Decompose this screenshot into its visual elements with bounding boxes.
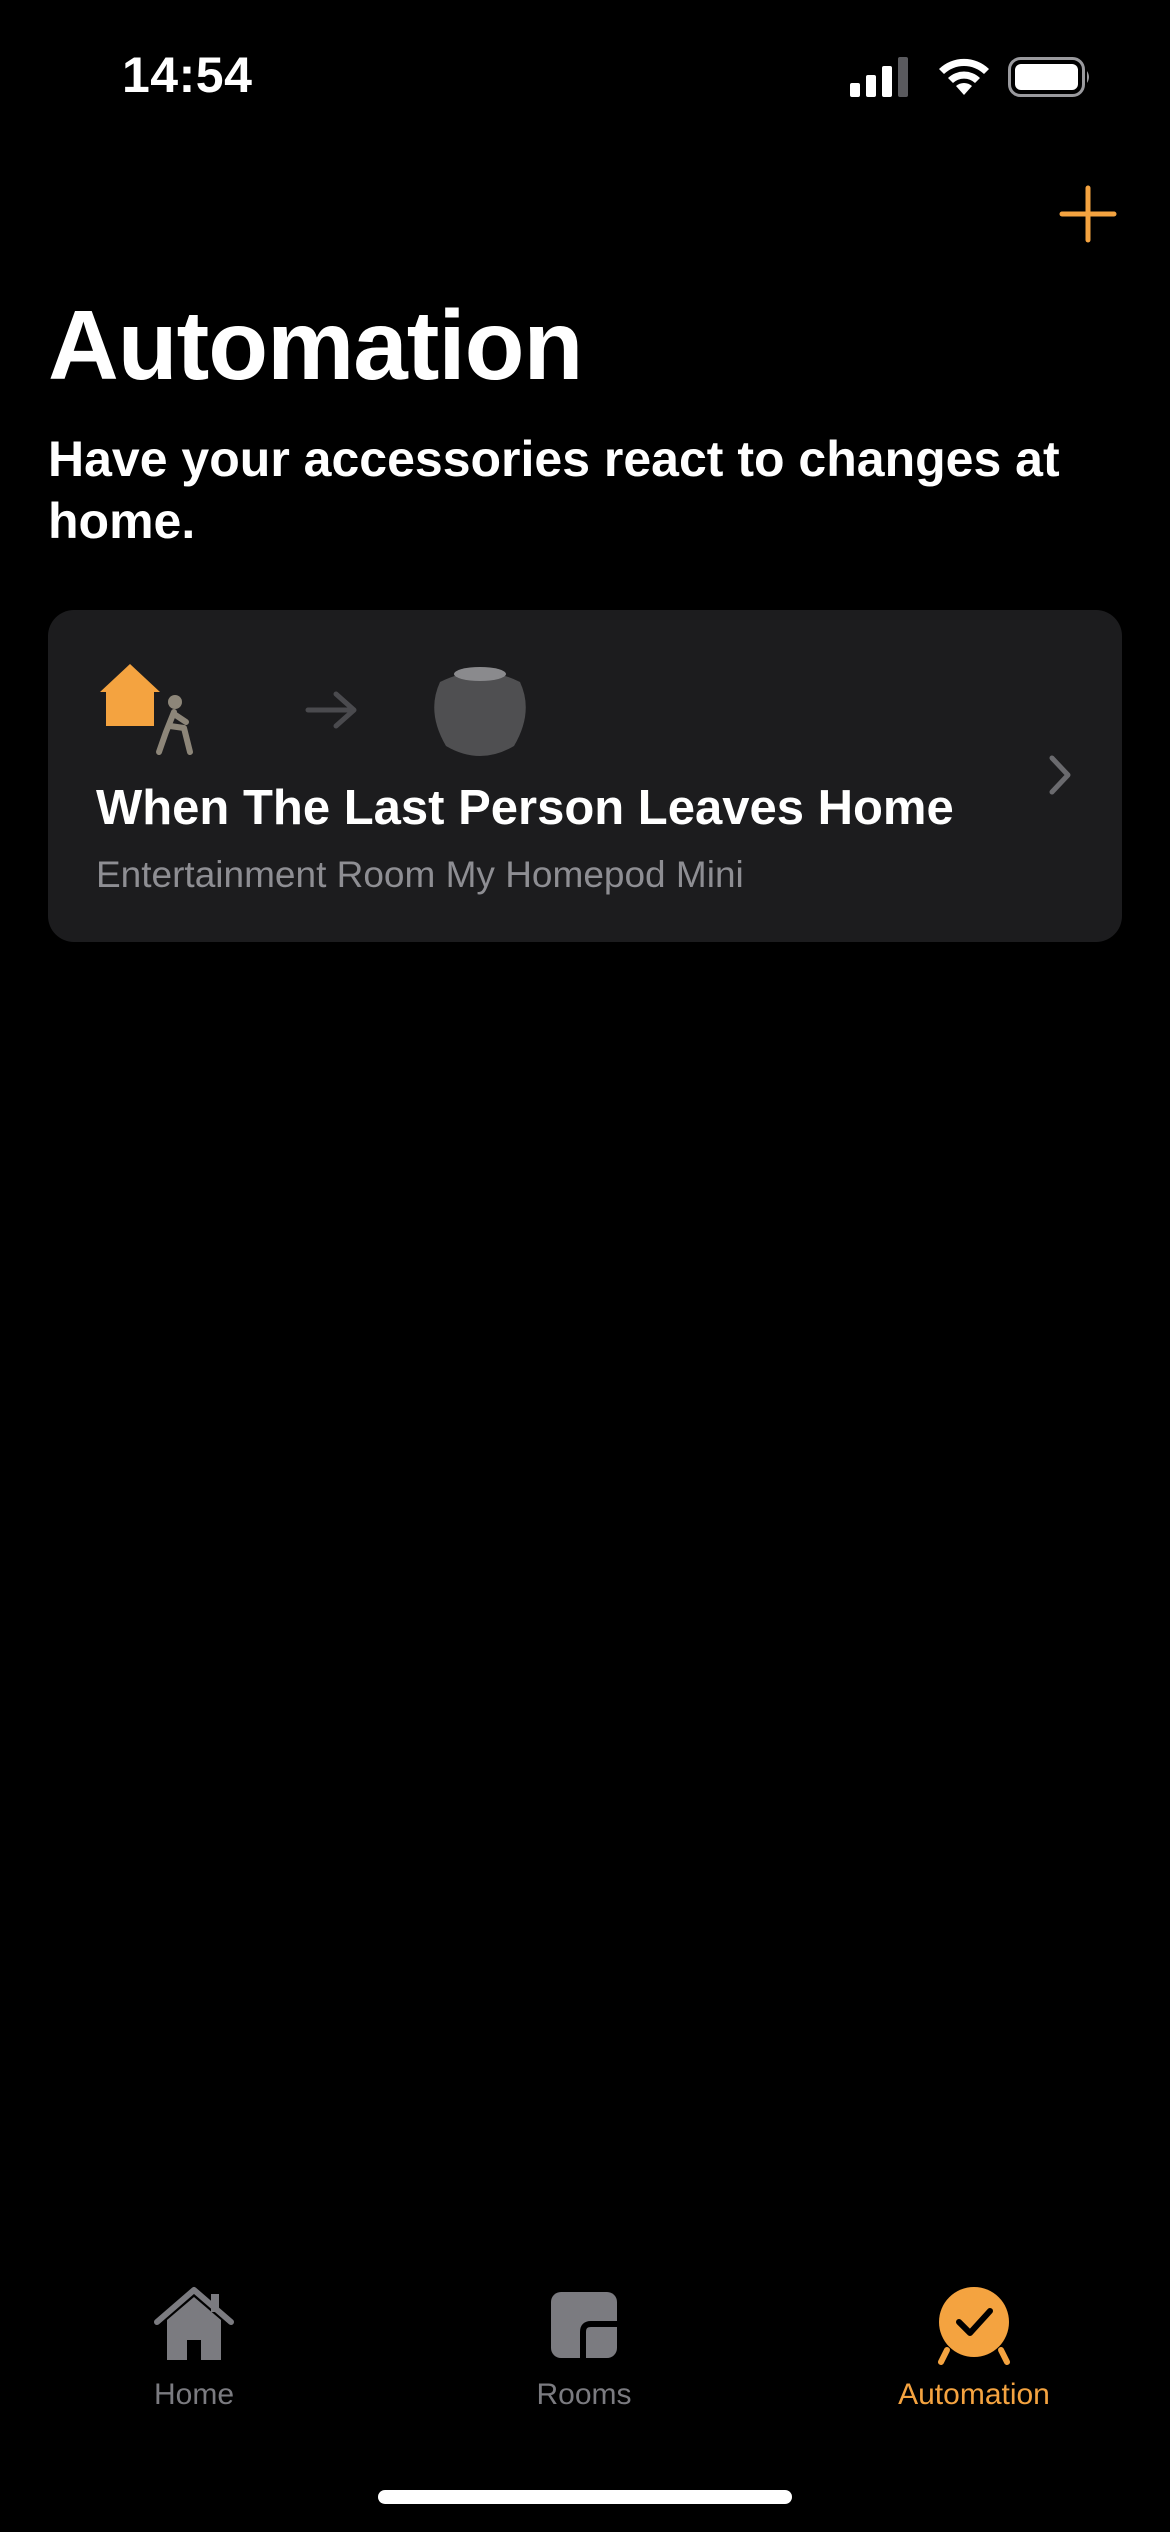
house-person-leaving-icon — [100, 664, 193, 755]
automation-card[interactable]: When The Last Person Leaves Home Enterta… — [48, 610, 1122, 942]
clock-check-icon — [938, 2287, 1010, 2365]
status-icons — [850, 55, 1090, 99]
add-automation-button[interactable] — [1050, 176, 1126, 252]
tab-automation[interactable]: Automation — [824, 2280, 1124, 2440]
arrow-right-icon — [305, 691, 357, 729]
tab-rooms[interactable]: Rooms — [434, 2280, 734, 2440]
tab-home-label: Home — [153, 2378, 235, 2411]
battery-icon — [1008, 57, 1089, 97]
page-title: Automation — [48, 290, 583, 400]
automation-subtitle: Entertainment Room My Homepod Mini — [96, 854, 744, 895]
home-indicator[interactable] — [378, 2490, 792, 2504]
homepod-mini-icon — [434, 667, 526, 756]
wifi-icon — [939, 58, 989, 95]
rooms-icon — [551, 2292, 617, 2358]
tab-automation-label: Automation — [898, 2378, 1050, 2411]
status-bar: 14:54 — [0, 0, 1170, 150]
house-icon — [154, 2287, 234, 2360]
chevron-right-icon — [1049, 755, 1071, 795]
automation-title: When The Last Person Leaves Home — [96, 781, 954, 835]
tab-home[interactable]: Home — [44, 2280, 344, 2440]
automation-icons — [96, 652, 596, 772]
status-time: 14:54 — [122, 47, 253, 103]
plus-icon — [1059, 185, 1117, 243]
tab-rooms-label: Rooms — [536, 2378, 632, 2411]
page-subtitle: Have your accessories react to changes a… — [48, 431, 1060, 549]
tab-bar: Home Rooms Automation — [0, 2280, 1170, 2440]
cellular-signal-icon — [850, 57, 908, 97]
